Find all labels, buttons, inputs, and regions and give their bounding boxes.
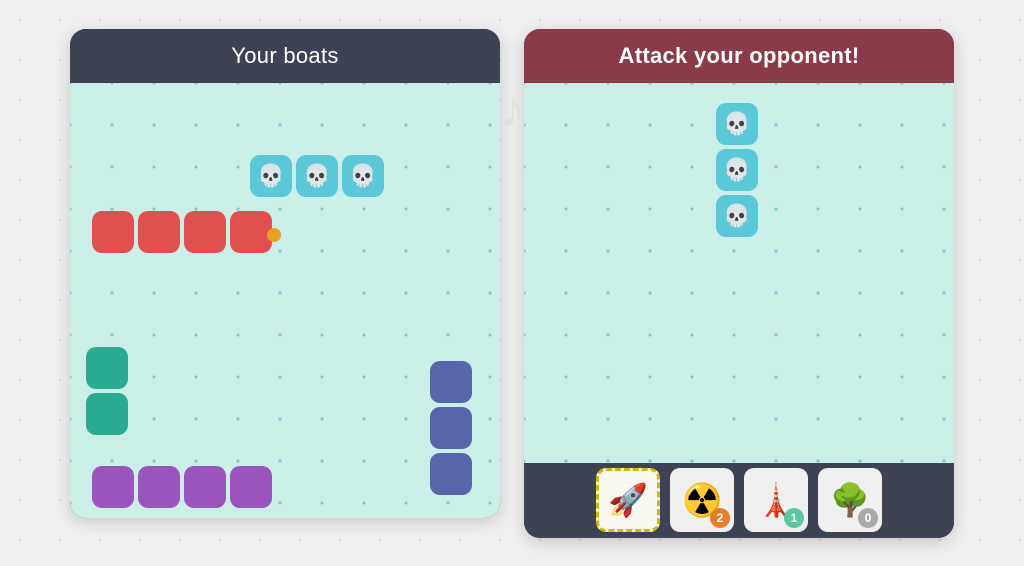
grid-dots-left xyxy=(70,83,500,518)
navy-boat-cell-3 xyxy=(430,453,472,495)
attack-title: Attack your opponent! xyxy=(524,29,954,83)
red-boat-cell-1 xyxy=(92,211,134,253)
attack-panel: Attack your opponent! 💀 💀 💀 🚀 ☢️ 2 🗼 1 xyxy=(524,29,954,538)
nuke-badge: 2 xyxy=(710,508,730,528)
purple-boat-cell-3 xyxy=(184,466,226,508)
weapon-tower[interactable]: 🗼 1 xyxy=(744,468,808,532)
your-boats-panel: Your boats 💀 💀 💀 xyxy=(70,29,500,518)
navy-boat-cell-2 xyxy=(430,407,472,449)
skull-boat-cell-1: 💀 xyxy=(250,155,292,197)
opp-skull-cell-1: 💀 xyxy=(716,103,758,145)
your-boats-grid: 💀 💀 💀 xyxy=(70,83,500,518)
purple-boat-cell-2 xyxy=(138,466,180,508)
teal-boat-cell-2 xyxy=(86,393,128,435)
attack-grid[interactable]: 💀 💀 💀 xyxy=(524,83,954,463)
red-boat-cell-2 xyxy=(138,211,180,253)
skull-boat-cell-2: 💀 xyxy=(296,155,338,197)
weapons-bar: 🚀 ☢️ 2 🗼 1 🌳 0 xyxy=(524,463,954,538)
your-boats-title: Your boats xyxy=(70,29,500,83)
panels-container: Your boats 💀 💀 💀 xyxy=(70,29,954,538)
rocket-icon: 🚀 xyxy=(608,481,648,519)
weapon-rocket[interactable]: 🚀 xyxy=(596,468,660,532)
opp-skull-cell-2: 💀 xyxy=(716,149,758,191)
hit-marker xyxy=(267,228,281,242)
opp-skull-cell-3: 💀 xyxy=(716,195,758,237)
red-boat-cell-3 xyxy=(184,211,226,253)
tree-badge: 0 xyxy=(858,508,878,528)
navy-boat-cell-1 xyxy=(430,361,472,403)
red-boat-cell-4 xyxy=(230,211,272,253)
weapon-tree[interactable]: 🌳 0 xyxy=(818,468,882,532)
teal-boat-cell-1 xyxy=(86,347,128,389)
skull-boat-cell-3: 💀 xyxy=(342,155,384,197)
weapon-nuke[interactable]: ☢️ 2 xyxy=(670,468,734,532)
tower-badge: 1 xyxy=(784,508,804,528)
purple-boat-cell-1 xyxy=(92,466,134,508)
purple-boat-cell-4 xyxy=(230,466,272,508)
